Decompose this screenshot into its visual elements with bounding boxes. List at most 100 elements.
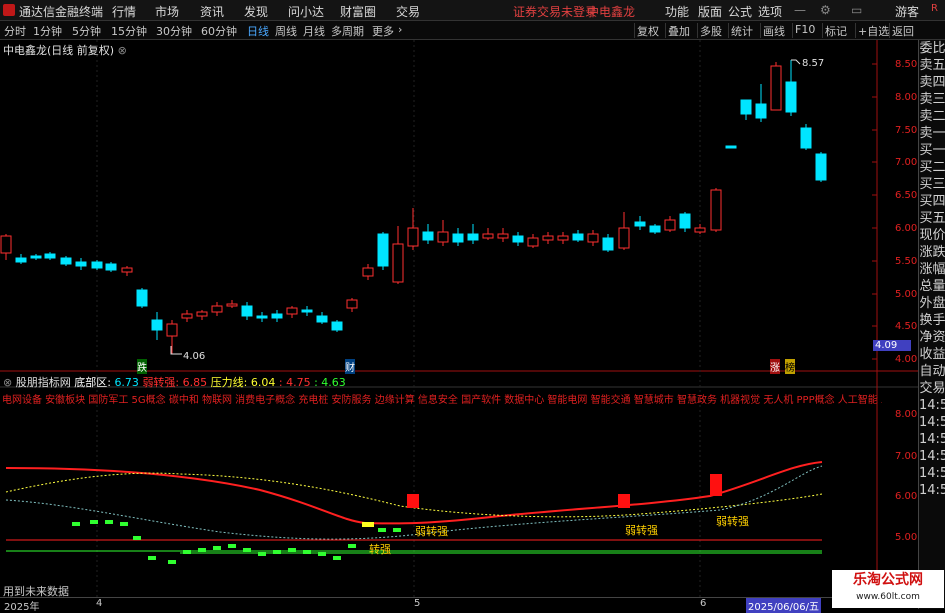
indicator-bar	[333, 556, 341, 560]
sidebar-item[interactable]: 自动	[919, 363, 945, 380]
candle-body	[740, 99, 752, 115]
year-label: 2025年	[4, 602, 40, 613]
indicator-bar	[348, 544, 356, 548]
indicator-bar	[378, 528, 386, 532]
candle-body	[602, 237, 614, 251]
indicator-toggle-icon[interactable]: ⊗	[3, 376, 16, 389]
sidebar-item[interactable]: 卖五	[919, 57, 945, 74]
candle-body	[44, 253, 56, 259]
low-price-label: 4.06	[183, 351, 206, 362]
sidebar-item[interactable]: 外盘	[919, 295, 945, 312]
bang-marker: 榜	[785, 359, 795, 374]
candle-body	[136, 289, 148, 307]
candle-body	[226, 303, 238, 307]
sidebar-item[interactable]: 买五	[919, 210, 945, 227]
indicator-tick: 8.00	[895, 409, 918, 420]
candle-body	[694, 227, 706, 233]
weak-value: 6.85	[182, 376, 208, 389]
indicator-bar	[318, 552, 326, 556]
price-tick: 6.50	[895, 190, 918, 201]
indicator-bar	[243, 548, 251, 552]
candle-body	[211, 305, 223, 313]
sidebar-item[interactable]: 买二	[919, 159, 945, 176]
candle-body	[497, 233, 509, 239]
candle-body	[679, 213, 691, 229]
candle-body	[664, 219, 676, 231]
candle-body	[286, 307, 298, 315]
sidebar-item[interactable]: 收益	[919, 346, 945, 363]
candle-body	[542, 235, 554, 241]
sidebar-item[interactable]: 买三	[919, 176, 945, 193]
bottom-value: 6.73	[114, 376, 139, 389]
zhang-marker: 涨	[770, 359, 780, 374]
candle-body	[482, 233, 494, 239]
indicator-bar	[288, 548, 296, 552]
signal-label: 弱转强	[716, 515, 749, 528]
candle-body	[512, 235, 524, 243]
sidebar-item[interactable]: 委比	[919, 40, 945, 57]
candle-body	[800, 127, 812, 149]
candle-body	[437, 231, 449, 243]
watermark-title: 乐淘公式网	[853, 572, 923, 588]
sidebar-item[interactable]: 现价	[919, 227, 945, 244]
indicator-name[interactable]: 股朋指标网	[16, 376, 71, 389]
sidebar-item[interactable]: 换手	[919, 312, 945, 329]
low-pointer	[170, 346, 182, 355]
sidebar-item[interactable]: 卖三	[919, 91, 945, 108]
candle-body	[331, 321, 343, 331]
sidebar-item[interactable]: 总量	[919, 278, 945, 295]
sidebar-item: 14:56	[919, 415, 945, 430]
candle-body	[346, 299, 358, 309]
price-tick: 8.00	[895, 92, 918, 103]
sidebar-item[interactable]: 买四	[919, 193, 945, 210]
sidebar-item[interactable]: 净资	[919, 329, 945, 346]
sidebar-item[interactable]: 涨幅	[919, 261, 945, 278]
sidebar-item[interactable]: 买一	[919, 142, 945, 159]
candle-body	[572, 233, 584, 241]
candle-body	[105, 263, 117, 271]
price-tick: 4.50	[895, 321, 918, 332]
indicator-v1: 4.75	[286, 376, 311, 389]
bottom-label: 底部区:	[74, 376, 111, 389]
candle-body	[452, 233, 464, 243]
indicator-bar	[133, 536, 141, 540]
indicator-bar	[72, 522, 80, 526]
price-tick: 7.50	[895, 125, 918, 136]
candle-body	[377, 233, 389, 267]
candle-body	[181, 313, 193, 319]
candle-body	[241, 305, 253, 317]
high-price-label: 8.57	[802, 58, 825, 69]
sidebar-item: 14:56	[919, 449, 945, 464]
signal-label: 弱转强	[415, 525, 448, 538]
price-tick: 6.00	[895, 223, 918, 234]
candle-body	[725, 145, 737, 149]
price-tick: 4.00	[895, 354, 918, 365]
indicator-bar	[213, 546, 221, 550]
month-label: 4	[96, 598, 103, 609]
cai-marker: 财	[345, 359, 355, 374]
indicator-bar	[183, 550, 191, 554]
indicator-bar	[168, 560, 176, 564]
candle-body	[557, 235, 569, 241]
sidebar-item[interactable]: 卖四	[919, 74, 945, 91]
candle-body	[196, 311, 208, 317]
candle-body	[75, 261, 87, 267]
pressure-value: 6.04	[250, 376, 276, 389]
sidebar-item[interactable]: 卖一	[919, 125, 945, 142]
indicator-bar	[90, 520, 98, 524]
indicator-bar	[198, 548, 206, 552]
sidebar-item[interactable]: 涨跌	[919, 244, 945, 261]
sidebar-item[interactable]: 交易	[919, 380, 945, 397]
indicator-bar	[228, 544, 236, 548]
candle-body	[815, 153, 827, 181]
sidebar-item[interactable]: 卖二	[919, 108, 945, 125]
candle-body	[785, 81, 797, 113]
sidebar-item: 14:56	[919, 398, 945, 413]
indicator-bar	[120, 522, 128, 526]
indicator-bar	[303, 550, 311, 554]
high-pointer	[791, 59, 801, 65]
candle-body	[151, 319, 163, 331]
month-label: 5	[414, 598, 421, 609]
main-chart	[0, 40, 918, 597]
candle-body	[271, 313, 283, 319]
